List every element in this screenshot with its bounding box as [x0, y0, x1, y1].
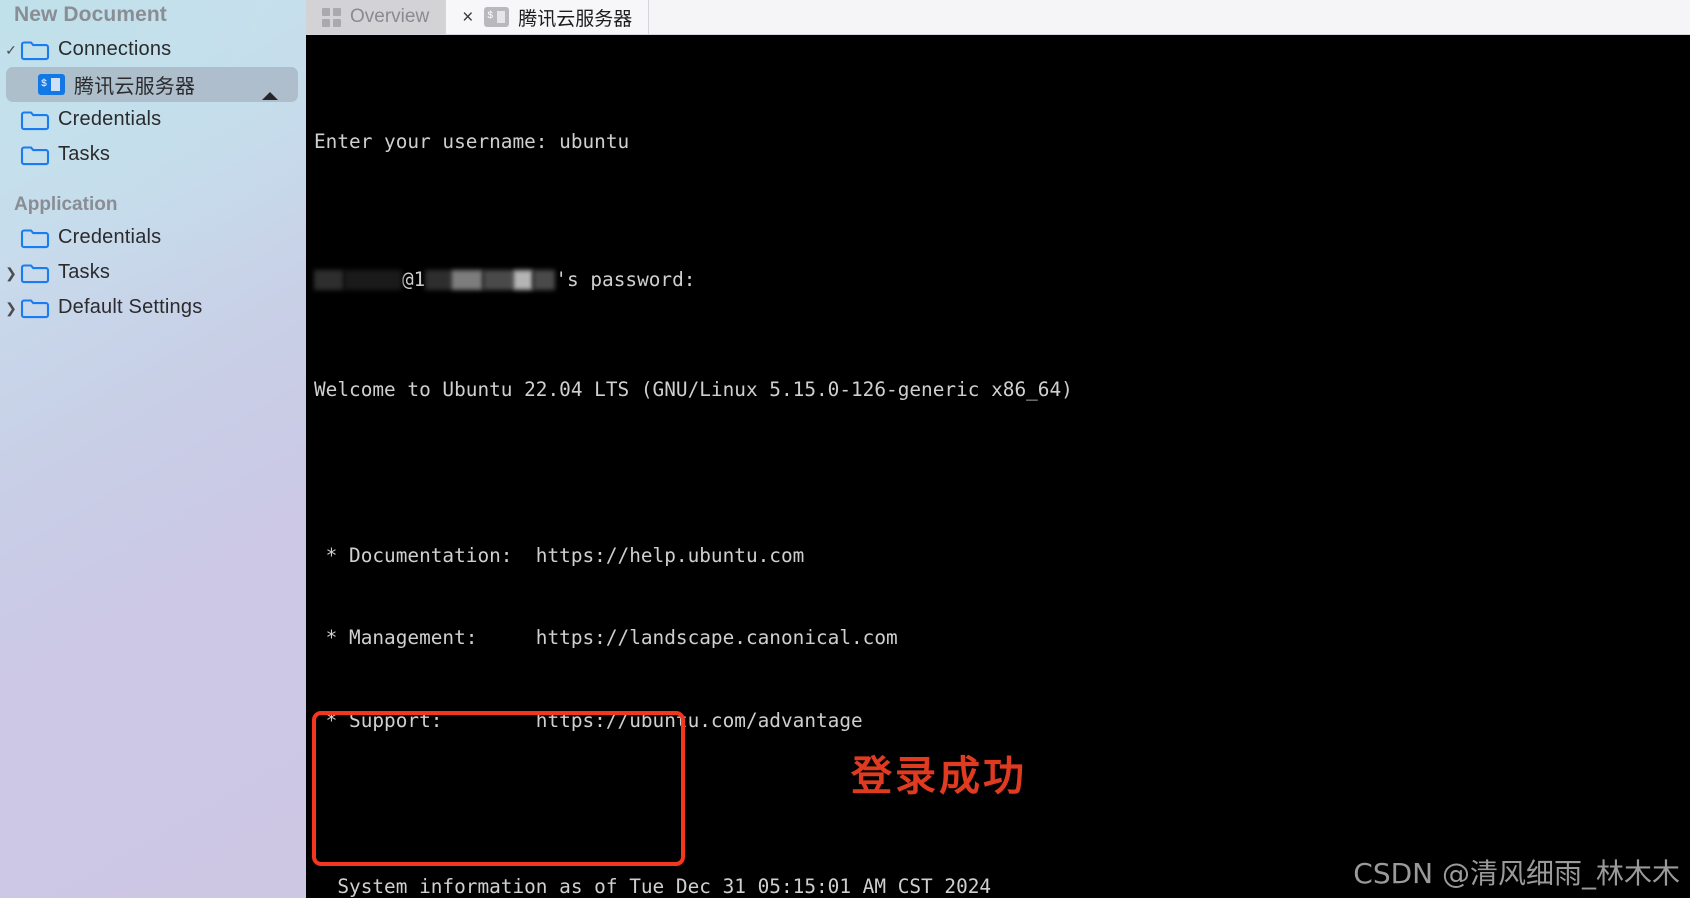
sidebar-item-label: Credentials [58, 108, 162, 130]
sidebar-header-title: New Document [14, 3, 167, 26]
sidebar-item-label: Connections [58, 38, 172, 60]
sidebar-item-credentials[interactable]: ▸ Credentials [0, 102, 306, 137]
tab-bar: Overview × 腾讯云服务器 [306, 0, 1690, 35]
sidebar-item-label: 腾讯云服务器 [74, 76, 196, 98]
terminal-text: * Support: https://ubuntu.com/advantage [314, 709, 863, 733]
sidebar-group-label-application: Application [14, 194, 118, 215]
terminal-output[interactable]: Enter your username: ubuntu @1 's passwor… [306, 35, 1690, 898]
terminal-line-redacted: @1 's password: [314, 266, 1690, 294]
sidebar-item-label: Tasks [58, 143, 111, 165]
close-icon[interactable]: × [462, 8, 473, 27]
terminal-session-icon [38, 74, 65, 95]
annotation-login-success: 登录成功 [851, 752, 1027, 800]
sidebar-item-tencent-cloud-server[interactable]: 腾讯云服务器 [6, 67, 298, 102]
tab-label: Overview [350, 6, 430, 27]
sidebar-item-app-credentials[interactable]: ▸ Credentials [0, 220, 306, 255]
main-content-area: Overview × 腾讯云服务器 Enter your username: u… [306, 0, 1690, 898]
navigation-sidebar: New Document ✓ Connections 腾讯云服务器 ▸ [0, 0, 306, 898]
terminal-line: * Support: https://ubuntu.com/advantage [314, 707, 1690, 735]
terminal-text: Welcome to Ubuntu 22.04 LTS (GNU/Linux 5… [314, 378, 1073, 402]
terminal-line: * Documentation: https://help.ubuntu.com [314, 542, 1690, 570]
folder-icon [20, 227, 50, 249]
terminal-icon [484, 7, 510, 27]
terminal-text: @1 [402, 267, 426, 291]
csdn-watermark: CSDN @清风细雨_林木木 [1353, 857, 1680, 890]
terminal-line: * Management: https://landscape.canonica… [314, 624, 1690, 652]
sidebar-item-label: Tasks [58, 261, 111, 283]
terminal-text: * Documentation: https://help.ubuntu.com [314, 543, 805, 567]
terminal-text: 's password: [555, 267, 696, 291]
sidebar-item-label: Default Settings [58, 296, 203, 318]
sidebar-item-default-settings[interactable]: ❯ Default Settings [0, 290, 306, 325]
terminal-line: Welcome to Ubuntu 22.04 LTS (GNU/Linux 5… [314, 376, 1690, 404]
sidebar-item-label: Credentials [58, 226, 162, 248]
remote-desktop-manager-window: New Document ✓ Connections 腾讯云服务器 ▸ [0, 0, 1690, 898]
folder-icon [20, 297, 50, 319]
folder-icon [20, 109, 50, 131]
folder-icon [20, 39, 50, 61]
chevron-down-icon[interactable]: ✓ [2, 43, 20, 57]
terminal-text: System information as of Tue Dec 31 05:1… [314, 874, 992, 898]
tab-tencent-cloud-server[interactable]: × 腾讯云服务器 [446, 0, 650, 34]
tab-overview[interactable]: Overview [306, 0, 447, 34]
grid-icon [322, 7, 341, 27]
chevron-right-icon[interactable]: ❯ [2, 266, 20, 280]
folder-icon [20, 262, 50, 284]
eject-icon[interactable] [262, 75, 282, 100]
terminal-line: Enter your username: ubuntu [314, 128, 1690, 156]
sidebar-item-app-tasks[interactable]: ❯ Tasks [0, 255, 306, 290]
tab-label: 腾讯云服务器 [518, 8, 633, 30]
sidebar-item-connections[interactable]: ✓ Connections [0, 32, 306, 67]
terminal-text: Enter your username: ubuntu [314, 129, 630, 153]
terminal-text: * Management: https://landscape.canonica… [314, 626, 898, 650]
sidebar-item-tasks[interactable]: ▸ Tasks [0, 137, 306, 172]
folder-icon [20, 144, 50, 166]
chevron-right-icon[interactable]: ❯ [2, 301, 20, 315]
